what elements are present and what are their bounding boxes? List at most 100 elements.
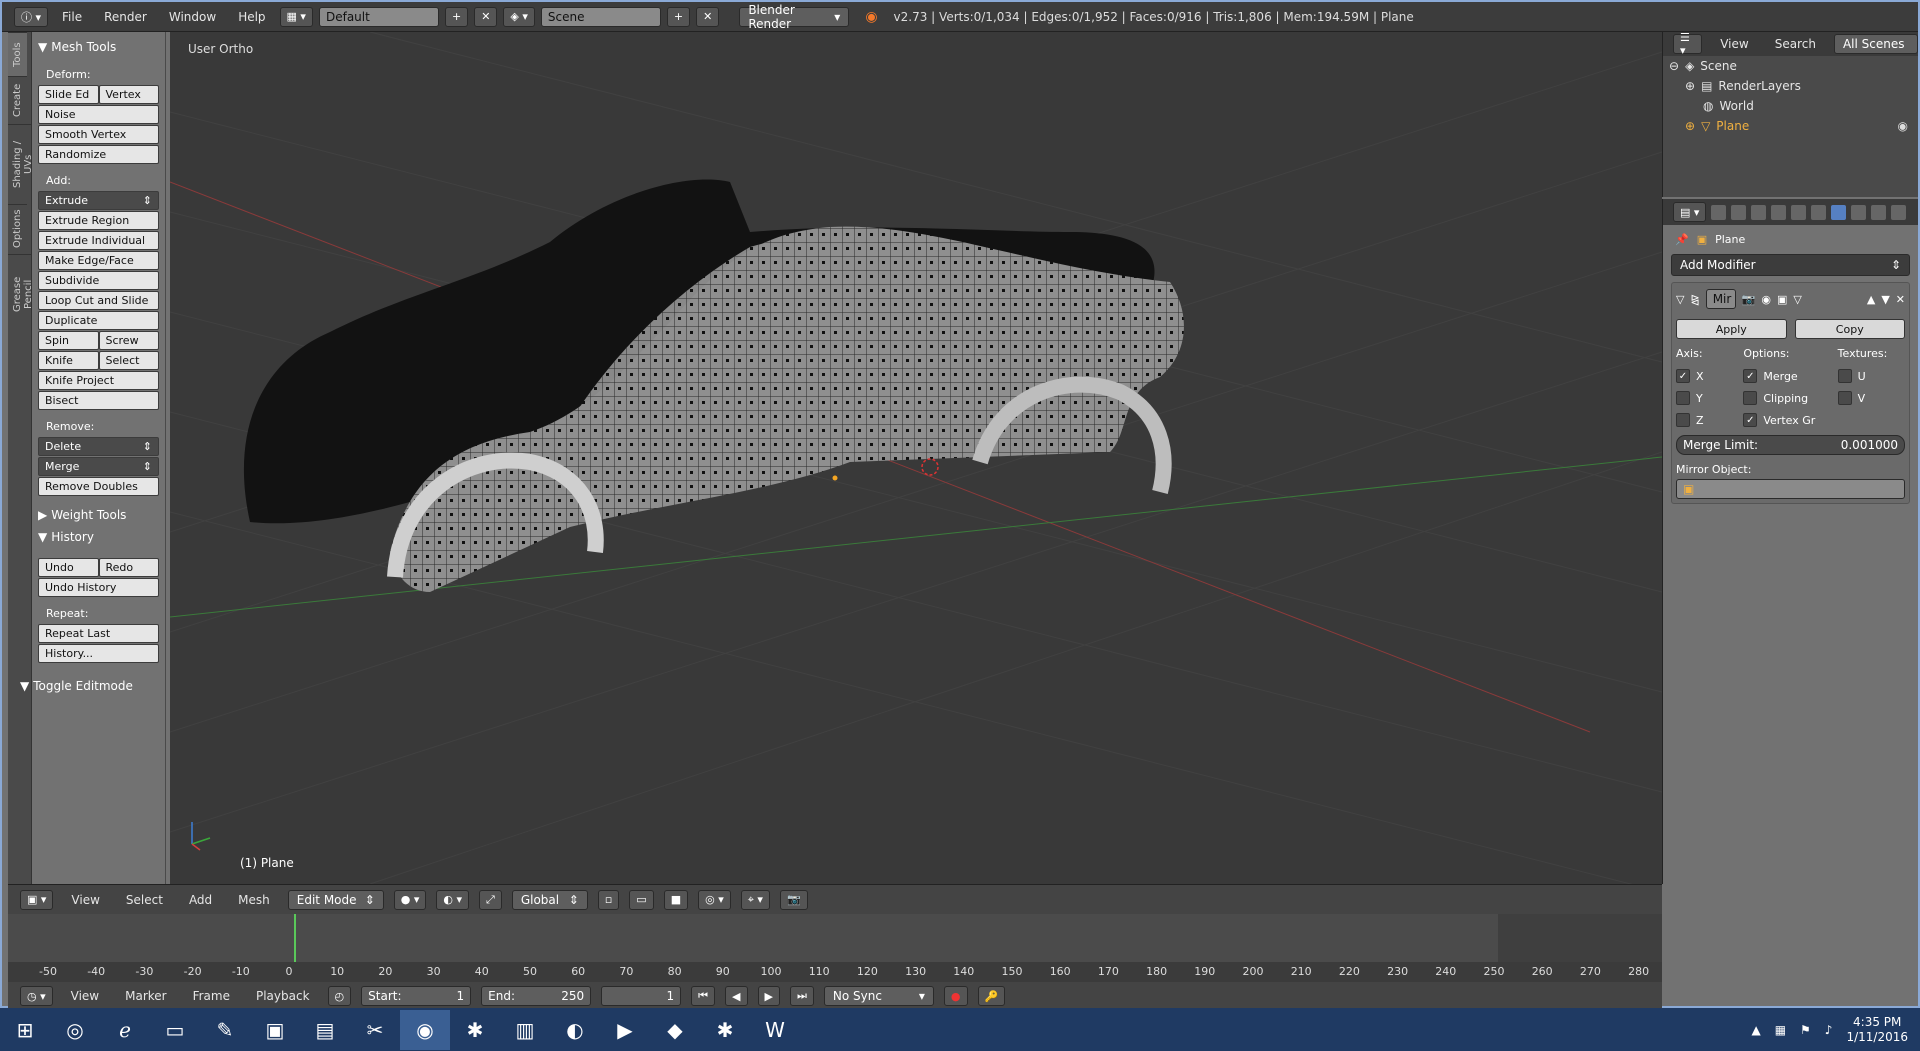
tl-menu-view[interactable]: View <box>63 989 107 1003</box>
tree-item-renderlayers[interactable]: ⊕ ▤ RenderLayers <box>1663 76 1918 96</box>
delete-button[interactable]: Delete ⇕ <box>38 437 159 456</box>
weight-tools-header[interactable]: ▶ Weight Tools <box>38 504 159 526</box>
undo-history-button[interactable]: Undo History <box>38 578 159 597</box>
extrude-region-button[interactable]: Extrude Region <box>38 211 159 230</box>
constraints-tab-icon[interactable] <box>1811 204 1827 220</box>
knife-select-button[interactable]: Select <box>98 351 159 370</box>
add-layout-icon[interactable]: + <box>444 6 469 27</box>
network-icon[interactable]: ▦ <box>1775 1023 1786 1037</box>
tree-item-scene[interactable]: ⊖ ◈ Scene <box>1663 56 1918 76</box>
tree-item-plane[interactable]: ⊕ ▽ Plane ◉ <box>1663 116 1918 136</box>
chrome-icon[interactable]: ◎ <box>50 1010 100 1050</box>
menu-window[interactable]: Window <box>161 10 224 24</box>
texture-v-checkbox[interactable]: V <box>1837 387 1905 409</box>
jump-end-icon[interactable]: ⏭ <box>789 986 814 1006</box>
manipulator-icon[interactable]: ⤢ <box>479 889 502 910</box>
randomize-button[interactable]: Randomize <box>38 145 159 164</box>
windows-start-icon[interactable]: ⊞ <box>0 1010 50 1050</box>
internet-explorer-icon[interactable]: ℯ <box>100 1010 150 1050</box>
toggle-editmode-header[interactable]: ▼ Toggle Editmode <box>20 675 159 697</box>
remove-layout-icon[interactable]: ✕ <box>474 6 498 27</box>
scene-tab-icon[interactable] <box>1751 204 1767 220</box>
end-frame-field[interactable]: End: 250 <box>481 986 592 1006</box>
tl-menu-playback[interactable]: Playback <box>248 989 318 1003</box>
modifiers-tab-icon[interactable] <box>1831 204 1847 220</box>
remove-doubles-button[interactable]: Remove Doubles <box>38 477 159 496</box>
render-tab-icon[interactable] <box>1711 204 1727 220</box>
app-icon-13[interactable]: ◆ <box>650 1010 700 1050</box>
tl-menu-frame[interactable]: Frame <box>185 989 238 1003</box>
tray-chevron-icon[interactable]: ▲ <box>1751 1023 1760 1037</box>
texture-u-checkbox[interactable]: U <box>1837 365 1905 387</box>
tab-options[interactable]: Options <box>8 204 27 254</box>
orientation-select[interactable]: Global ⇕ <box>511 889 588 910</box>
clock[interactable]: 4:35 PM 1/11/2016 <box>1846 1015 1908 1045</box>
repeat-last-button[interactable]: Repeat Last <box>38 624 159 643</box>
face-select-icon[interactable]: ■ <box>663 889 689 910</box>
mesh-tools-header[interactable]: ▼ Mesh Tools <box>38 36 159 58</box>
move-down-icon[interactable]: ▼ <box>1881 293 1889 306</box>
layout-icon[interactable]: ▦ ▾ <box>279 6 313 27</box>
noise-button[interactable]: Noise <box>38 105 159 124</box>
scene-icon[interactable]: ◈ ▾ <box>503 6 535 27</box>
render-toggle-icon[interactable]: 📷 <box>1742 293 1756 306</box>
history-dots-button[interactable]: History... <box>38 644 159 663</box>
scene-field[interactable]: Scene <box>540 6 661 27</box>
menu-mesh[interactable]: Mesh <box>230 893 278 907</box>
render-preview-icon[interactable]: 📷 <box>779 889 808 910</box>
edge-select-icon[interactable]: ▭ <box>629 889 654 910</box>
menu-add[interactable]: Add <box>181 893 220 907</box>
axis-z-checkbox[interactable]: Z <box>1676 409 1743 431</box>
app-icon-7[interactable]: ✂ <box>350 1010 400 1050</box>
app-icon-9[interactable]: ✱ <box>450 1010 500 1050</box>
remove-scene-icon[interactable]: ✕ <box>696 6 720 27</box>
copy-button[interactable]: Copy <box>1794 319 1905 339</box>
current-frame-field[interactable]: 1 <box>601 986 682 1006</box>
extrude-button[interactable]: Extrude ⇕ <box>38 191 159 210</box>
volume-icon[interactable]: ♪ <box>1825 1023 1833 1037</box>
loop-cut-button[interactable]: Loop Cut and Slide <box>38 291 159 310</box>
axis-x-checkbox[interactable]: ✓ X <box>1676 365 1743 387</box>
render-layers-tab-icon[interactable] <box>1731 204 1747 220</box>
flag-icon[interactable]: ⚑ <box>1800 1023 1811 1037</box>
app-icon-10[interactable]: ▥ <box>500 1010 550 1050</box>
apply-button[interactable]: Apply <box>1676 319 1787 339</box>
properties-editor-type-button[interactable]: ▤ ▾ <box>1673 202 1707 222</box>
object-tab-icon[interactable] <box>1791 204 1807 220</box>
texture-tab-icon[interactable] <box>1891 204 1907 220</box>
vertex-button[interactable]: Vertex <box>98 85 159 104</box>
steam-icon[interactable]: ◐ <box>550 1010 600 1050</box>
menu-view[interactable]: View <box>63 893 107 907</box>
knife-project-button[interactable]: Knife Project <box>38 371 159 390</box>
sync-select[interactable]: No Sync ▾ <box>823 986 934 1006</box>
history-header[interactable]: ▼ History <box>38 526 159 548</box>
close-icon[interactable]: ✕ <box>1896 293 1905 306</box>
keying-set-icon[interactable]: 🔑 <box>977 986 1006 1006</box>
tree-item-world[interactable]: ◍ World <box>1663 96 1918 116</box>
add-modifier-select[interactable]: Add Modifier ⇕ <box>1671 254 1910 276</box>
outliner-menu-view[interactable]: View <box>1712 37 1756 51</box>
start-frame-field[interactable]: Start: 1 <box>361 986 472 1006</box>
make-edge-face-button[interactable]: Make Edge/Face <box>38 251 159 270</box>
file-explorer-icon[interactable]: ▭ <box>150 1010 200 1050</box>
proportional-edit-icon[interactable]: ◎ ▾ <box>698 889 731 910</box>
merge-checkbox[interactable]: ✓ Merge <box>1743 365 1837 387</box>
mode-select[interactable]: Edit Mode ⇕ <box>287 889 384 910</box>
3d-viewport[interactable]: User Ortho (1) Plane <box>170 32 1662 884</box>
modifier-name-field[interactable]: Mir <box>1705 289 1736 309</box>
menu-file[interactable]: File <box>54 10 90 24</box>
play-reverse-icon[interactable]: ◀ <box>725 986 748 1006</box>
vertex-select-icon[interactable]: ▫ <box>597 889 620 910</box>
vertex-groups-checkbox[interactable]: ✓ Vertex Gr <box>1743 409 1837 431</box>
tl-menu-marker[interactable]: Marker <box>117 989 174 1003</box>
timeline-editor-type-button[interactable]: ◷ ▾ <box>20 986 53 1006</box>
duplicate-button[interactable]: Duplicate <box>38 311 159 330</box>
smooth-vertex-button[interactable]: Smooth Vertex <box>38 125 159 144</box>
spin-button[interactable]: Spin <box>38 331 99 350</box>
layout-field[interactable]: Default <box>318 6 439 27</box>
undo-button[interactable]: Undo <box>38 558 99 577</box>
visibility-eye-icon[interactable]: ◉ <box>1898 119 1908 133</box>
material-tab-icon[interactable] <box>1871 204 1887 220</box>
pin-icon[interactable]: 📌 <box>1675 233 1689 246</box>
menu-help[interactable]: Help <box>230 10 273 24</box>
